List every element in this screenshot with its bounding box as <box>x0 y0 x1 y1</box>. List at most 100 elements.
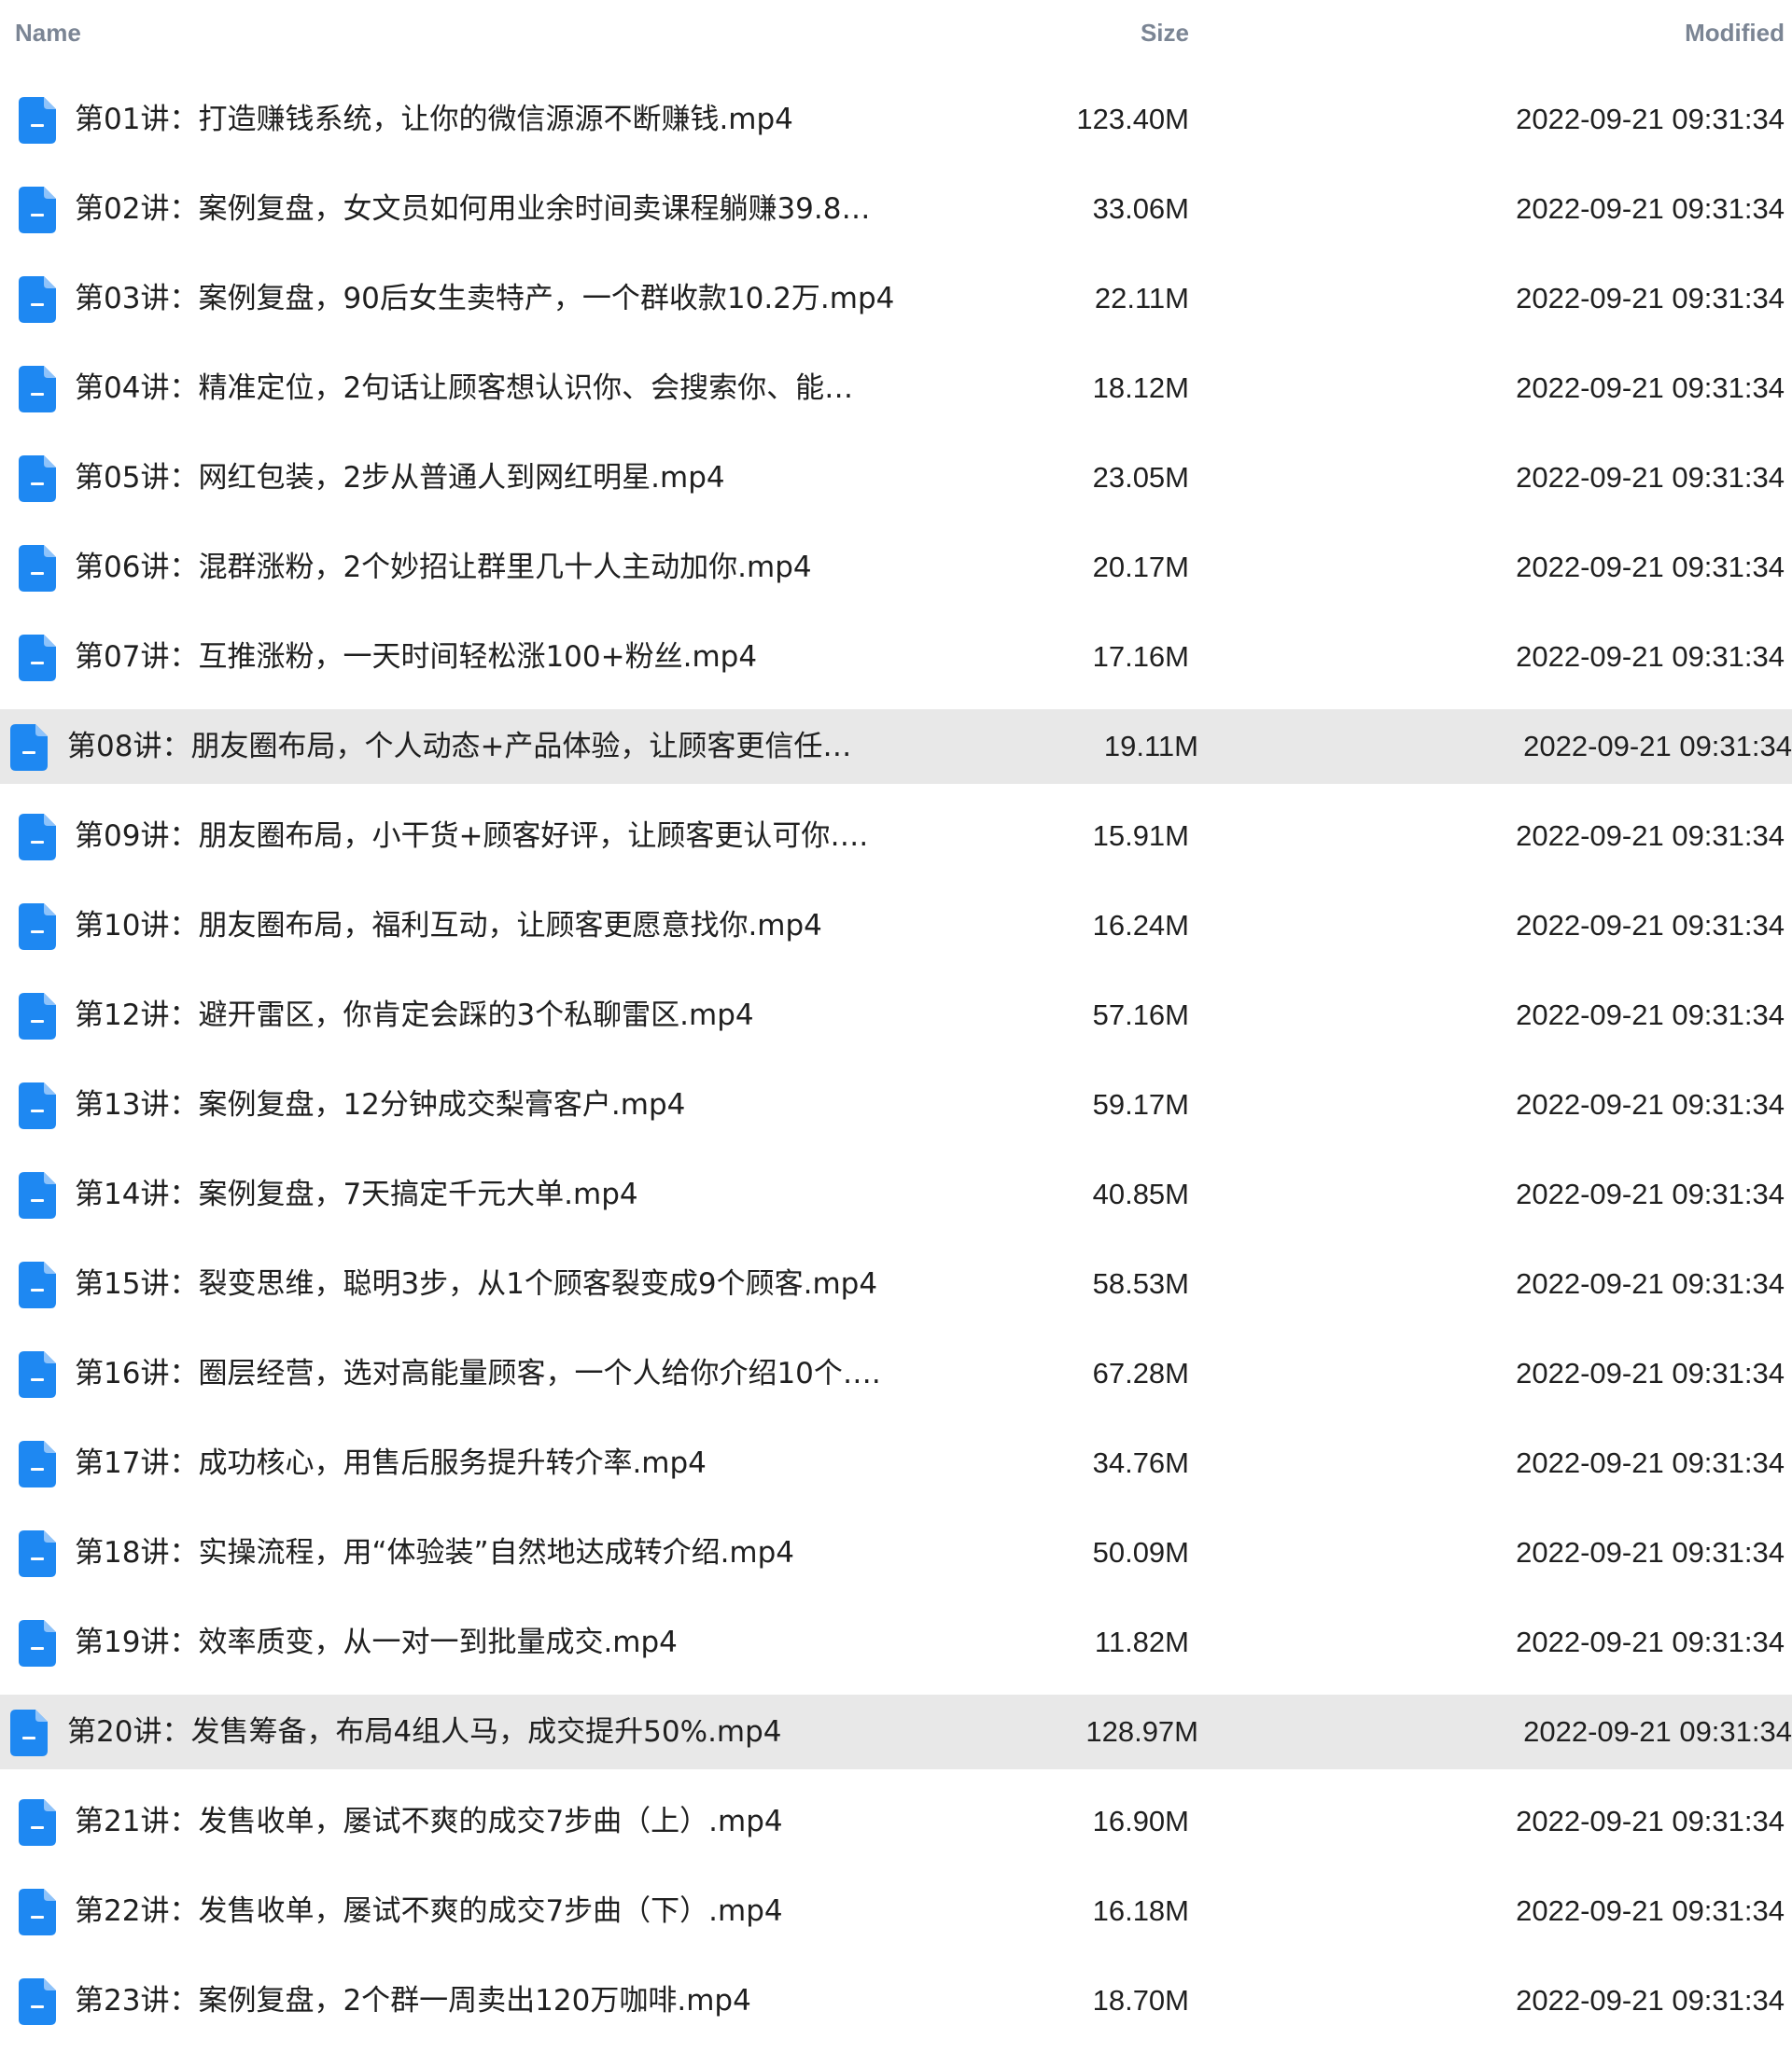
file-row[interactable]: 第12讲：避开雷区，你肯定会踩的3个私聊雷区.mp4 57.16M 2022-09-… <box>0 978 1792 1053</box>
file-modified-date: 2022-09-21 09:31:34 <box>1516 1536 1785 1569</box>
file-modified-date: 2022-09-21 09:31:34 <box>1516 909 1785 942</box>
file-row[interactable]: 第14讲：案例复盘，7天搞定千元大单.mp4 40.85M 2022-09-21 0… <box>0 1157 1792 1232</box>
file-name: 第17讲：成功核心，用售后服务提升转介率.mp4 <box>75 1446 707 1480</box>
file-size: 57.16M <box>1092 999 1189 1031</box>
file-size: 15.91M <box>1092 819 1189 852</box>
file-row[interactable]: 第15讲：裂变思维，聪明3步，从1个顾客裂变成9个顾客.mp4 58.53M 202… <box>0 1247 1792 1321</box>
file-modified-date: 2022-09-21 09:31:34 <box>1516 551 1785 583</box>
file-size: 19.11M <box>1103 730 1198 762</box>
file-name: 第16讲：圈层经营，选对高能量顾客，一个人给你介绍10个…. <box>75 1357 881 1390</box>
file-name: 第04讲：精准定位，2句话让顾客想认识你、会搜索你、能… <box>75 371 854 405</box>
file-size: 40.85M <box>1092 1178 1189 1210</box>
file-size: 22.11M <box>1094 282 1189 314</box>
file-size: 67.28M <box>1092 1357 1189 1390</box>
file-row[interactable]: 第20讲：发售筹备，布局4组人马，成交提升50%.mp4 128.97M 2022-… <box>0 1695 1792 1769</box>
file-modified-date: 2022-09-21 09:31:34 <box>1516 461 1785 494</box>
file-modified-date: 2022-09-21 09:31:34 <box>1516 371 1785 404</box>
file-modified-date: 2022-09-21 09:31:34 <box>1516 1984 1785 2017</box>
file-name: 第14讲：案例复盘，7天搞定千元大单.mp4 <box>75 1178 638 1211</box>
document-icon <box>19 1441 56 1487</box>
file-row[interactable]: 第17讲：成功核心，用售后服务提升转介率.mp4 34.76M 2022-09-21… <box>0 1426 1792 1501</box>
file-name: 第09讲：朋友圈布局，小干货+顾客好评，让顾客更认可你…. <box>75 819 869 853</box>
modified-column-header[interactable]: Modified <box>1685 19 1785 48</box>
file-row[interactable]: 第18讲：实操流程，用“体验装”自然地达成转介绍.mp4 50.09M 2022-0… <box>0 1515 1792 1590</box>
file-size: 18.12M <box>1092 371 1189 404</box>
document-icon <box>10 1710 48 1756</box>
file-size: 58.53M <box>1092 1267 1189 1300</box>
document-icon <box>19 1530 56 1577</box>
file-name: 第20讲：发售筹备，布局4组人马，成交提升50%.mp4 <box>67 1715 782 1749</box>
file-name: 第22讲：发售收单，屡试不爽的成交7步曲（下）.mp4 <box>75 1894 783 1928</box>
document-icon <box>19 1262 56 1308</box>
name-column-header[interactable]: Name <box>15 19 81 48</box>
file-modified-date: 2022-09-21 09:31:34 <box>1523 730 1792 762</box>
file-list: 第01讲：打造赚钱系统，让你的微信源源不断赚钱.mp4 123.40M 2022-0… <box>0 82 1792 2053</box>
file-row[interactable]: 第03讲：案例复盘，90后女生卖特产，一个群收款10.2万.mp4 22.11M 2… <box>0 261 1792 336</box>
file-name: 第05讲：网红包装，2步从普通人到网红明星.mp4 <box>75 461 725 495</box>
file-row[interactable]: 第10讲：朋友圈布局，福利互动，让顾客更愿意找你.mp4 16.24M 2022-0… <box>0 888 1792 963</box>
file-modified-date: 2022-09-21 09:31:34 <box>1516 1178 1785 1210</box>
file-size: 23.05M <box>1092 461 1189 494</box>
file-name: 第07讲：互推涨粉，一天时间轻松涨100+粉丝.mp4 <box>75 640 758 674</box>
file-size: 50.09M <box>1092 1536 1189 1569</box>
file-name: 第19讲：效率质变，从一对一到批量成交.mp4 <box>75 1626 678 1659</box>
file-row[interactable]: 第06讲：混群涨粉，2个妙招让群里几十人主动加你.mp4 20.17M 2022-0… <box>0 530 1792 605</box>
file-row[interactable]: 第22讲：发售收单，屡试不爽的成交7步曲（下）.mp4 16.18M 2022-09… <box>0 1874 1792 1948</box>
file-name: 第18讲：实操流程，用“体验装”自然地达成转介绍.mp4 <box>75 1536 795 1570</box>
file-modified-date: 2022-09-21 09:31:34 <box>1516 640 1785 673</box>
file-row[interactable]: 第01讲：打造赚钱系统，让你的微信源源不断赚钱.mp4 123.40M 2022-0… <box>0 82 1792 157</box>
file-modified-date: 2022-09-21 09:31:34 <box>1516 1626 1785 1658</box>
file-row[interactable]: 第21讲：发售收单，屡试不爽的成交7步曲（上）.mp4 16.90M 2022-09… <box>0 1784 1792 1859</box>
file-row[interactable]: 第05讲：网红包装，2步从普通人到网红明星.mp4 23.05M 2022-09-2… <box>0 440 1792 515</box>
file-modified-date: 2022-09-21 09:31:34 <box>1516 1088 1785 1121</box>
file-name: 第02讲：案例复盘，女文员如何用业余时间卖课程躺赚39.8… <box>75 192 871 226</box>
file-size: 16.24M <box>1092 909 1189 942</box>
document-icon <box>19 1620 56 1667</box>
file-modified-date: 2022-09-21 09:31:34 <box>1516 1446 1785 1479</box>
document-icon <box>19 545 56 592</box>
file-row[interactable]: 第09讲：朋友圈布局，小干货+顾客好评，让顾客更认可你…. 15.91M 2022-… <box>0 799 1792 873</box>
file-row[interactable]: 第19讲：效率质变，从一对一到批量成交.mp4 11.82M 2022-09-21 … <box>0 1605 1792 1680</box>
file-modified-date: 2022-09-21 09:31:34 <box>1516 1267 1785 1300</box>
document-icon <box>19 366 56 412</box>
file-name: 第12讲：避开雷区，你肯定会踩的3个私聊雷区.mp4 <box>75 999 754 1032</box>
document-icon <box>19 814 56 860</box>
file-modified-date: 2022-09-21 09:31:34 <box>1516 1805 1785 1837</box>
size-column-header[interactable]: Size <box>1141 19 1189 48</box>
document-icon <box>19 187 56 233</box>
document-icon <box>19 993 56 1040</box>
file-name: 第23讲：案例复盘，2个群一周卖出120万咖啡.mp4 <box>75 1984 751 2018</box>
file-row[interactable]: 第16讲：圈层经营，选对高能量顾客，一个人给你介绍10个…. 67.28M 2022… <box>0 1336 1792 1411</box>
file-modified-date: 2022-09-21 09:31:34 <box>1516 819 1785 852</box>
file-name: 第15讲：裂变思维，聪明3步，从1个顾客裂变成9个顾客.mp4 <box>75 1267 878 1301</box>
file-modified-date: 2022-09-21 09:31:34 <box>1523 1715 1792 1748</box>
file-size: 11.82M <box>1094 1626 1189 1658</box>
file-modified-date: 2022-09-21 09:31:34 <box>1516 282 1785 314</box>
file-row[interactable]: 第23讲：案例复盘，2个群一周卖出120万咖啡.mp4 18.70M 2022-09… <box>0 1963 1792 2038</box>
file-row[interactable]: 第13讲：案例复盘，12分钟成交梨膏客户.mp4 59.17M 2022-09-21… <box>0 1068 1792 1142</box>
file-row[interactable]: 第08讲：朋友圈布局，个人动态+产品体验，让顾客更信任… 19.11M 2022-0… <box>0 709 1792 784</box>
file-row[interactable]: 第02讲：案例复盘，女文员如何用业余时间卖课程躺赚39.8… 33.06M 2022… <box>0 172 1792 246</box>
file-name: 第08讲：朋友圈布局，个人动态+产品体验，让顾客更信任… <box>67 730 852 763</box>
file-size: 20.17M <box>1092 551 1189 583</box>
file-modified-date: 2022-09-21 09:31:34 <box>1516 999 1785 1031</box>
file-size: 33.06M <box>1092 192 1189 225</box>
file-modified-date: 2022-09-21 09:31:34 <box>1516 103 1785 135</box>
file-row[interactable]: 第04讲：精准定位，2句话让顾客想认识你、会搜索你、能… 18.12M 2022-0… <box>0 351 1792 426</box>
file-size: 34.76M <box>1092 1446 1189 1479</box>
file-row[interactable]: 第07讲：互推涨粉，一天时间轻松涨100+粉丝.mp4 17.16M 2022-09… <box>0 620 1792 694</box>
file-size: 18.70M <box>1092 1984 1189 2017</box>
file-modified-date: 2022-09-21 09:31:34 <box>1516 1357 1785 1390</box>
file-size: 17.16M <box>1092 640 1189 673</box>
document-icon <box>19 1351 56 1398</box>
document-icon <box>19 1978 56 2025</box>
file-modified-date: 2022-09-21 09:31:34 <box>1516 1894 1785 1927</box>
document-icon <box>19 903 56 950</box>
file-size: 59.17M <box>1092 1088 1189 1121</box>
file-name: 第21讲：发售收单，屡试不爽的成交7步曲（上）.mp4 <box>75 1805 783 1838</box>
document-icon <box>10 724 48 771</box>
file-name: 第01讲：打造赚钱系统，让你的微信源源不断赚钱.mp4 <box>75 103 793 136</box>
document-icon <box>19 1172 56 1219</box>
file-name: 第03讲：案例复盘，90后女生卖特产，一个群收款10.2万.mp4 <box>75 282 895 315</box>
column-header: Name Size Modified <box>0 0 1792 67</box>
